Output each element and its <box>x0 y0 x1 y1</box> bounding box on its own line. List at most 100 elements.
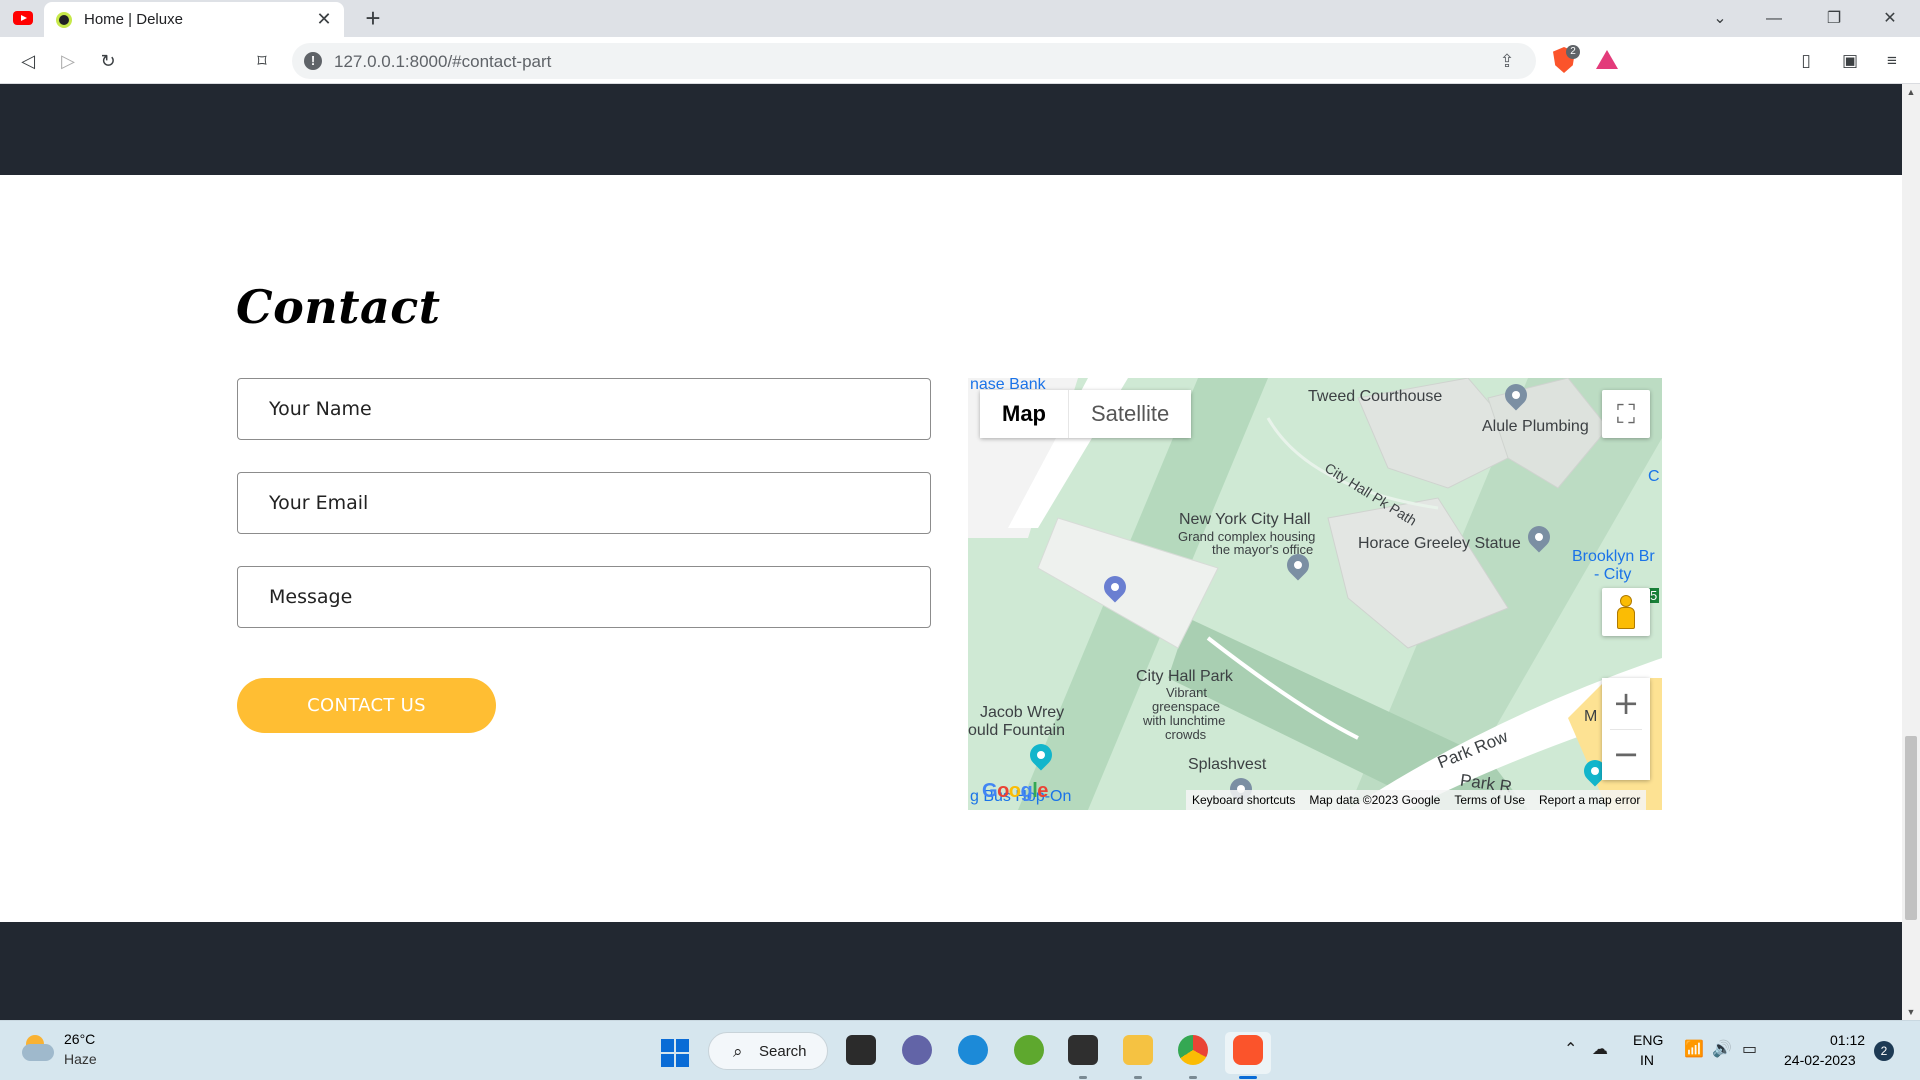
menu-icon[interactable]: ≡ <box>1878 47 1906 75</box>
wifi-icon[interactable]: 📶 <box>1684 1039 1704 1059</box>
fullscreen-button[interactable]: ⛶ <box>1602 390 1650 438</box>
brave-browser-icon[interactable] <box>1233 1035 1263 1065</box>
explorer-running-indicator <box>1134 1076 1142 1079</box>
map-footer: Keyboard shortcuts Map data ©2023 Google… <box>1186 790 1647 810</box>
zoom-out-button[interactable]: − <box>1602 729 1650 780</box>
map-type-satellite-button[interactable]: Satellite <box>1068 390 1192 438</box>
shields-count-badge: 2 <box>1566 45 1580 59</box>
cloud-icon <box>22 1044 54 1061</box>
page-scrollbar[interactable]: ▲ ▼ <box>1902 84 1920 1020</box>
brave-rewards-icon[interactable] <box>1596 50 1618 69</box>
map-type-map-button[interactable]: Map <box>980 390 1068 438</box>
map-label-city-hall-desc-2: the mayor's office <box>1212 542 1314 557</box>
show-hidden-icons-chevron-icon[interactable]: ⌃ <box>1564 1039 1577 1059</box>
close-window-button[interactable]: ✕ <box>1864 0 1916 37</box>
wallet-icon[interactable]: ▣ <box>1836 47 1864 75</box>
site-favicon-icon <box>56 12 72 28</box>
youtube-tab-icon[interactable] <box>13 11 33 25</box>
sidebar-icon[interactable]: ▯ <box>1792 47 1820 75</box>
chrome-icon[interactable] <box>1178 1035 1208 1065</box>
tab-title: Home | Deluxe <box>84 11 183 28</box>
map-label-chp-desc-4: crowds <box>1165 727 1207 742</box>
keyboard-shortcuts-link[interactable]: Keyboard shortcuts <box>1192 790 1295 810</box>
google-logo[interactable]: Google <box>982 780 1048 803</box>
back-button[interactable]: ◁ <box>14 47 42 75</box>
share-icon[interactable]: ⇪ <box>1496 50 1518 72</box>
weather-temperature[interactable]: 26°C <box>64 1031 95 1047</box>
map-canvas[interactable] <box>968 378 1662 810</box>
utorrent-icon[interactable] <box>1014 1035 1044 1065</box>
forward-button[interactable]: ▷ <box>54 47 82 75</box>
teams-chat-icon[interactable] <box>902 1035 932 1065</box>
terminal-icon[interactable] <box>1068 1035 1098 1065</box>
reload-button[interactable]: ↻ <box>94 47 122 75</box>
browser-tab-active[interactable]: Home | Deluxe ✕ <box>44 2 344 37</box>
chrome-running-indicator <box>1189 1076 1197 1079</box>
new-tab-button[interactable]: + <box>359 4 387 32</box>
search-icon: ⌕ <box>733 1042 743 1061</box>
tab-search-dropdown-button[interactable]: ⌄ <box>1694 0 1746 37</box>
map-label-horace-greeley[interactable]: Horace Greeley Statue <box>1358 535 1521 553</box>
footer-section-top <box>0 922 1902 1020</box>
pegman-icon <box>1620 595 1632 607</box>
browser-tab-bar: Home | Deluxe ✕ + ⌄ — ❐ ✕ <box>0 0 1920 37</box>
terminal-running-indicator <box>1079 1076 1087 1079</box>
restore-button[interactable]: ❐ <box>1808 0 1860 37</box>
scroll-up-arrow-icon[interactable]: ▲ <box>1902 84 1920 100</box>
map-data-attribution: Map data ©2023 Google <box>1309 793 1441 807</box>
zoom-divider <box>1610 729 1642 730</box>
clock-date[interactable]: 24-02-2023 <box>1784 1052 1856 1068</box>
battery-icon[interactable]: ▭ <box>1742 1039 1757 1059</box>
map-label-splashvest[interactable]: Splashvest <box>1188 756 1266 774</box>
weather-haze-icon[interactable] <box>22 1035 54 1063</box>
header-section-bottom <box>0 84 1902 175</box>
scroll-down-arrow-icon[interactable]: ▼ <box>1902 1004 1920 1020</box>
map-label-chp-desc-3: with lunchtime <box>1143 713 1226 728</box>
region-indicator[interactable]: IN <box>1640 1052 1654 1068</box>
message-input[interactable] <box>237 566 931 628</box>
map-label-edge-m: M <box>1584 708 1598 725</box>
street-view-pegman[interactable] <box>1602 588 1650 636</box>
edge-browser-icon[interactable] <box>958 1035 988 1065</box>
language-indicator[interactable]: ENG <box>1633 1032 1663 1048</box>
site-info-icon[interactable]: ! <box>304 52 322 70</box>
scrollbar-thumb[interactable] <box>1905 736 1917 920</box>
map-label-alule-plumbing[interactable]: Alule Plumbing <box>1482 418 1589 436</box>
map-label-city-hall-park[interactable]: City Hall Park <box>1136 668 1233 686</box>
task-view-icon[interactable] <box>846 1035 876 1065</box>
notification-count-badge[interactable]: 2 <box>1874 1041 1894 1061</box>
contact-us-button[interactable]: CONTACT US <box>237 678 496 733</box>
map-label-jacob-wrey-1[interactable]: Jacob Wrey <box>980 704 1064 722</box>
map-label-brooklyn-bridge-1[interactable]: Brooklyn Br <box>1572 548 1655 566</box>
page-viewport: Contact CONTACT US <box>0 84 1902 1020</box>
terms-of-use-link[interactable]: Terms of Use <box>1454 790 1525 810</box>
zoom-in-button[interactable]: + <box>1602 678 1650 729</box>
pegman-body-icon <box>1617 607 1635 629</box>
windows-taskbar: 26°C Haze ⌕ Search ⌃ ☁ ENG IN 📶 🔊 ▭ 01:1… <box>0 1020 1920 1080</box>
map-label-tweed-courthouse[interactable]: Tweed Courthouse <box>1308 388 1442 406</box>
file-explorer-icon[interactable] <box>1123 1035 1153 1065</box>
fullscreen-icon: ⛶ <box>1616 399 1636 429</box>
map-label-chp-desc-2: greenspace <box>1152 699 1220 714</box>
browser-toolbar: ◁ ▷ ↻ ⌑ ! 127.0.0.1:8000/#contact-part ⇪… <box>0 37 1920 84</box>
bookmark-icon[interactable]: ⌑ <box>248 47 276 75</box>
name-input[interactable] <box>237 378 931 440</box>
weather-condition[interactable]: Haze <box>64 1051 97 1067</box>
google-map[interactable]: nase Bank Tweed Courthouse Alule Plumbin… <box>968 378 1662 810</box>
map-label-brooklyn-bridge-2[interactable]: - City <box>1594 566 1631 584</box>
email-input[interactable] <box>237 472 931 534</box>
contact-heading: Contact <box>236 280 441 334</box>
onedrive-cloud-icon[interactable]: ☁ <box>1592 1039 1608 1059</box>
minimize-button[interactable]: — <box>1748 0 1800 37</box>
map-label-jacob-wrey-2[interactable]: ould Fountain <box>968 722 1065 740</box>
map-label-chp-desc-1: Vibrant <box>1166 685 1207 700</box>
taskbar-search[interactable]: ⌕ Search <box>708 1032 828 1070</box>
clock-time[interactable]: 01:12 <box>1830 1032 1865 1048</box>
report-map-error-link[interactable]: Report a map error <box>1539 790 1640 810</box>
map-label-new-york-city-hall[interactable]: New York City Hall <box>1179 511 1311 529</box>
windows-start-icon[interactable] <box>661 1039 689 1067</box>
address-bar[interactable]: ! 127.0.0.1:8000/#contact-part ⇪ <box>292 43 1536 79</box>
tab-close-button[interactable]: ✕ <box>312 7 336 31</box>
url-text[interactable]: 127.0.0.1:8000/#contact-part <box>334 52 551 72</box>
volume-icon[interactable]: 🔊 <box>1712 1039 1732 1059</box>
